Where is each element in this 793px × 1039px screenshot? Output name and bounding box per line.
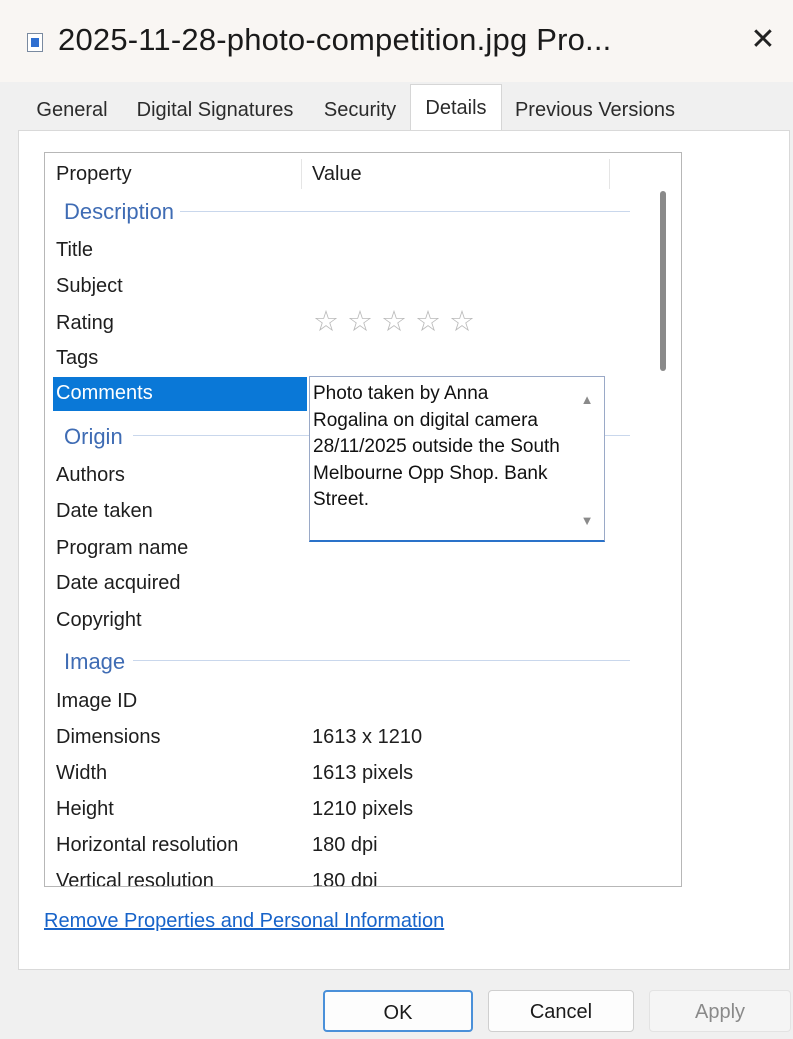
- property-width[interactable]: Width: [56, 762, 107, 785]
- property-vertical-resolution[interactable]: Vertical resolution: [56, 870, 214, 886]
- star-icon[interactable]: ☆: [449, 307, 483, 337]
- group-divider: [133, 660, 630, 661]
- remove-properties-link[interactable]: Remove Properties and Personal Informati…: [44, 910, 444, 933]
- property-tags[interactable]: Tags: [56, 347, 98, 370]
- list-scrollbar[interactable]: [658, 191, 668, 371]
- property-image-id[interactable]: Image ID: [56, 690, 137, 713]
- property-date-taken[interactable]: Date taken: [56, 500, 153, 523]
- properties-list[interactable]: Property Value Description Title Subject…: [44, 152, 682, 887]
- rating-stars[interactable]: ☆ ☆ ☆ ☆ ☆: [313, 307, 483, 337]
- property-horizontal-resolution[interactable]: Horizontal resolution: [56, 834, 238, 857]
- group-divider: [180, 211, 630, 212]
- column-header-value[interactable]: Value: [312, 153, 362, 191]
- value-horizontal-resolution[interactable]: 180 dpi: [312, 834, 378, 857]
- cancel-button[interactable]: Cancel: [488, 990, 634, 1032]
- property-program-name[interactable]: Program name: [56, 537, 188, 560]
- title-bar: 2025-11-28-photo-competition.jpg Pro... …: [0, 0, 793, 82]
- property-comments-row[interactable]: Comments: [53, 377, 307, 411]
- star-icon[interactable]: ☆: [415, 307, 449, 337]
- value-vertical-resolution[interactable]: 180 dpi: [312, 870, 378, 886]
- tab-digital-signatures[interactable]: Digital Signatures: [126, 88, 304, 126]
- scrollbar-thumb[interactable]: [660, 191, 666, 371]
- column-divider[interactable]: [609, 159, 610, 189]
- group-image: Image: [64, 649, 130, 675]
- column-header-property[interactable]: Property: [56, 153, 132, 191]
- comments-input[interactable]: Photo taken by Anna Rogalina on digital …: [309, 376, 605, 542]
- apply-button[interactable]: Apply: [649, 990, 791, 1032]
- value-width[interactable]: 1613 pixels: [312, 762, 413, 785]
- property-date-acquired[interactable]: Date acquired: [56, 572, 181, 595]
- value-height[interactable]: 1210 pixels: [312, 798, 413, 821]
- tab-details[interactable]: Details: [410, 84, 502, 130]
- property-subject[interactable]: Subject: [56, 275, 123, 298]
- scroll-down-icon[interactable]: ▼: [578, 513, 596, 528]
- property-comments: Comments: [56, 382, 153, 404]
- property-rating[interactable]: Rating: [56, 312, 114, 335]
- ok-button[interactable]: OK: [323, 990, 473, 1032]
- close-button[interactable]: ✕: [740, 20, 786, 60]
- star-icon[interactable]: ☆: [347, 307, 381, 337]
- property-height[interactable]: Height: [56, 798, 114, 821]
- star-icon[interactable]: ☆: [313, 307, 347, 337]
- property-dimensions[interactable]: Dimensions: [56, 726, 160, 749]
- property-authors[interactable]: Authors: [56, 464, 125, 487]
- window-title: 2025-11-28-photo-competition.jpg Pro...: [58, 22, 612, 57]
- file-icon: [27, 33, 43, 52]
- tab-previous-versions[interactable]: Previous Versions: [506, 88, 684, 126]
- value-dimensions[interactable]: 1613 x 1210: [312, 726, 422, 749]
- column-divider[interactable]: [301, 159, 302, 189]
- property-title[interactable]: Title: [56, 239, 93, 262]
- group-origin: Origin: [64, 424, 127, 450]
- tab-security[interactable]: Security: [314, 88, 406, 126]
- group-description: Description: [64, 199, 179, 225]
- property-copyright[interactable]: Copyright: [56, 609, 142, 632]
- star-icon[interactable]: ☆: [381, 307, 415, 337]
- comments-text[interactable]: Photo taken by Anna Rogalina on digital …: [313, 381, 565, 514]
- scroll-up-icon[interactable]: ▲: [578, 392, 596, 407]
- tab-general[interactable]: General: [24, 88, 120, 126]
